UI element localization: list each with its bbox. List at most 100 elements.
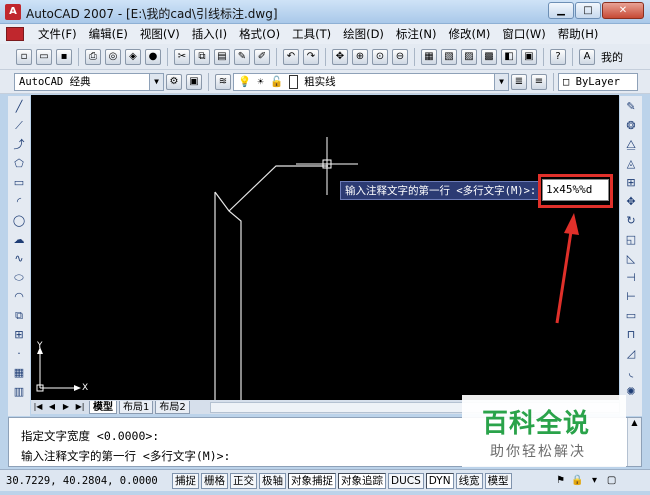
move-icon[interactable]: ✥ xyxy=(623,194,639,210)
zoom-window-icon[interactable]: ⊙ xyxy=(372,48,388,65)
join-icon[interactable]: ⊓ xyxy=(623,327,639,343)
menu-window[interactable]: 窗口(W) xyxy=(496,26,551,42)
color-select[interactable]: □ ByLayer xyxy=(558,72,638,91)
menu-draw[interactable]: 绘图(D) xyxy=(337,26,390,42)
osnap-toggle[interactable]: 对象捕捉 xyxy=(288,472,336,489)
tab-model[interactable]: 模型 xyxy=(89,400,117,414)
layer-manager-icon[interactable]: ≋ xyxy=(215,73,231,90)
lock-icon[interactable]: 🔒 xyxy=(571,474,585,488)
polyline-icon[interactable]: ⤴ xyxy=(11,137,27,153)
trim-icon[interactable]: ⊣ xyxy=(623,270,639,286)
copy-icon[interactable]: ⧉ xyxy=(194,48,210,65)
make-object-layer-current-icon[interactable]: ≣ xyxy=(511,73,527,90)
menu-view[interactable]: 视图(V) xyxy=(134,26,186,42)
arc-icon[interactable]: ◜ xyxy=(11,194,27,210)
dynamic-input-field[interactable]: 1x45%%d xyxy=(542,179,609,201)
new-file-icon[interactable]: ▫ xyxy=(16,48,32,65)
properties-icon[interactable]: ▦ xyxy=(421,48,437,65)
zoom-realtime-icon[interactable]: ⊕ xyxy=(352,48,368,65)
ducs-toggle[interactable]: DUCS xyxy=(388,472,424,489)
paste-icon[interactable]: ▤ xyxy=(214,48,230,65)
zoom-previous-icon[interactable]: ⊖ xyxy=(392,48,408,65)
sheet-set-icon[interactable]: ▩ xyxy=(481,48,497,65)
revision-cloud-icon[interactable]: ☁ xyxy=(11,232,27,248)
polygon-icon[interactable]: ⬠ xyxy=(11,156,27,172)
workspace-select[interactable]: AutoCAD 经典 ▼ xyxy=(14,72,164,91)
snap-toggle[interactable]: 捕捉 xyxy=(172,472,199,489)
command-scrollbar[interactable]: ▲ xyxy=(627,418,641,466)
help-icon[interactable]: ? xyxy=(550,48,566,65)
make-block-icon[interactable]: ⊞ xyxy=(11,327,27,343)
tab-layout1[interactable]: 布局1 xyxy=(119,400,154,414)
ellipse-arc-icon[interactable]: ◠ xyxy=(11,289,27,305)
ellipse-icon[interactable]: ⬭ xyxy=(11,270,27,286)
pan-icon[interactable]: ✥ xyxy=(332,48,348,65)
extend-icon[interactable]: ⊢ xyxy=(623,289,639,305)
chevron-down-icon[interactable]: ▾ xyxy=(588,474,602,488)
menu-insert[interactable]: 插入(I) xyxy=(186,26,233,42)
otrack-toggle[interactable]: 对象追踪 xyxy=(338,472,386,489)
ortho-toggle[interactable]: 正交 xyxy=(230,472,257,489)
construction-line-icon[interactable]: ⟋ xyxy=(11,118,27,134)
rotate-icon[interactable]: ↻ xyxy=(623,213,639,229)
3d-dwf-icon[interactable]: ● xyxy=(145,48,161,65)
publish-icon[interactable]: ◈ xyxy=(125,48,141,65)
design-center-icon[interactable]: ▧ xyxy=(441,48,457,65)
cut-icon[interactable]: ✂ xyxy=(174,48,190,65)
lineweight-toggle[interactable]: 线宽 xyxy=(455,472,483,489)
communication-center-icon[interactable]: ⚑ xyxy=(554,474,568,488)
gradient-icon[interactable]: ▥ xyxy=(11,384,27,400)
insert-block-icon[interactable]: ⧉ xyxy=(11,308,27,324)
menu-modify[interactable]: 修改(M) xyxy=(443,26,497,42)
circle-icon[interactable]: ◯ xyxy=(11,213,27,229)
chamfer-icon[interactable]: ◿ xyxy=(623,346,639,362)
menu-file[interactable]: 文件(F) xyxy=(32,26,83,42)
dyn-toggle[interactable]: DYN xyxy=(425,472,454,489)
fillet-icon[interactable]: ◟ xyxy=(623,365,639,381)
maximize-button[interactable]: □ xyxy=(575,2,601,19)
erase-icon[interactable]: ✎ xyxy=(623,99,639,115)
offset-icon[interactable]: ◬ xyxy=(623,156,639,172)
polar-toggle[interactable]: 极轴 xyxy=(259,472,286,489)
copy-object-icon[interactable]: ❂ xyxy=(623,118,639,134)
break-icon[interactable]: ▭ xyxy=(623,308,639,324)
my-workspace-icon[interactable]: ▣ xyxy=(186,73,202,90)
match-properties-icon[interactable]: ✎ xyxy=(234,48,250,65)
drawing-canvas[interactable]: Y X 输入注释文字的第一行 <多行文字(M)>: 1x45%%d xyxy=(31,95,619,400)
first-tab-icon[interactable]: |◀ xyxy=(31,401,45,413)
last-tab-icon[interactable]: ▶| xyxy=(73,401,87,413)
rectangle-icon[interactable]: ▭ xyxy=(11,175,27,191)
model-space-toggle[interactable]: 模型 xyxy=(484,472,512,489)
print-preview-icon[interactable]: ◎ xyxy=(105,48,121,65)
grid-toggle[interactable]: 栅格 xyxy=(201,472,228,489)
save-icon[interactable]: ▪ xyxy=(56,48,72,65)
menu-edit[interactable]: 编辑(E) xyxy=(83,26,134,42)
document-icon[interactable] xyxy=(6,27,24,41)
block-editor-icon[interactable]: ✐ xyxy=(254,48,270,65)
menu-tools[interactable]: 工具(T) xyxy=(286,26,337,42)
coordinate-readout[interactable]: 30.7229, 40.2804, 0.0000 xyxy=(6,475,172,487)
line-icon[interactable]: ╱ xyxy=(11,99,27,115)
hatch-icon[interactable]: ▦ xyxy=(11,365,27,381)
scale-icon[interactable]: ◱ xyxy=(623,232,639,248)
print-icon[interactable]: ⎙ xyxy=(85,48,101,65)
prev-tab-icon[interactable]: ◀ xyxy=(45,401,59,413)
tool-palettes-icon[interactable]: ▨ xyxy=(461,48,477,65)
close-button[interactable]: ✕ xyxy=(602,2,644,19)
minimize-button[interactable]: ▁ xyxy=(548,2,574,19)
open-file-icon[interactable]: ▭ xyxy=(36,48,52,65)
menu-help[interactable]: 帮助(H) xyxy=(552,26,605,42)
undo-icon[interactable]: ↶ xyxy=(283,48,299,65)
clean-screen-icon[interactable]: ▢ xyxy=(605,474,619,488)
tab-layout2[interactable]: 布局2 xyxy=(155,400,190,414)
stretch-icon[interactable]: ◺ xyxy=(623,251,639,267)
calculator-icon[interactable]: ▣ xyxy=(521,48,537,65)
array-icon[interactable]: ⊞ xyxy=(623,175,639,191)
spline-icon[interactable]: ∿ xyxy=(11,251,27,267)
menu-dimension[interactable]: 标注(N) xyxy=(390,26,443,42)
workspace-settings-icon[interactable]: ⚙ xyxy=(166,73,182,90)
redo-icon[interactable]: ↷ xyxy=(303,48,319,65)
next-tab-icon[interactable]: ▶ xyxy=(59,401,73,413)
menu-format[interactable]: 格式(O) xyxy=(233,26,286,42)
layer-previous-icon[interactable]: ≡ xyxy=(531,73,547,90)
